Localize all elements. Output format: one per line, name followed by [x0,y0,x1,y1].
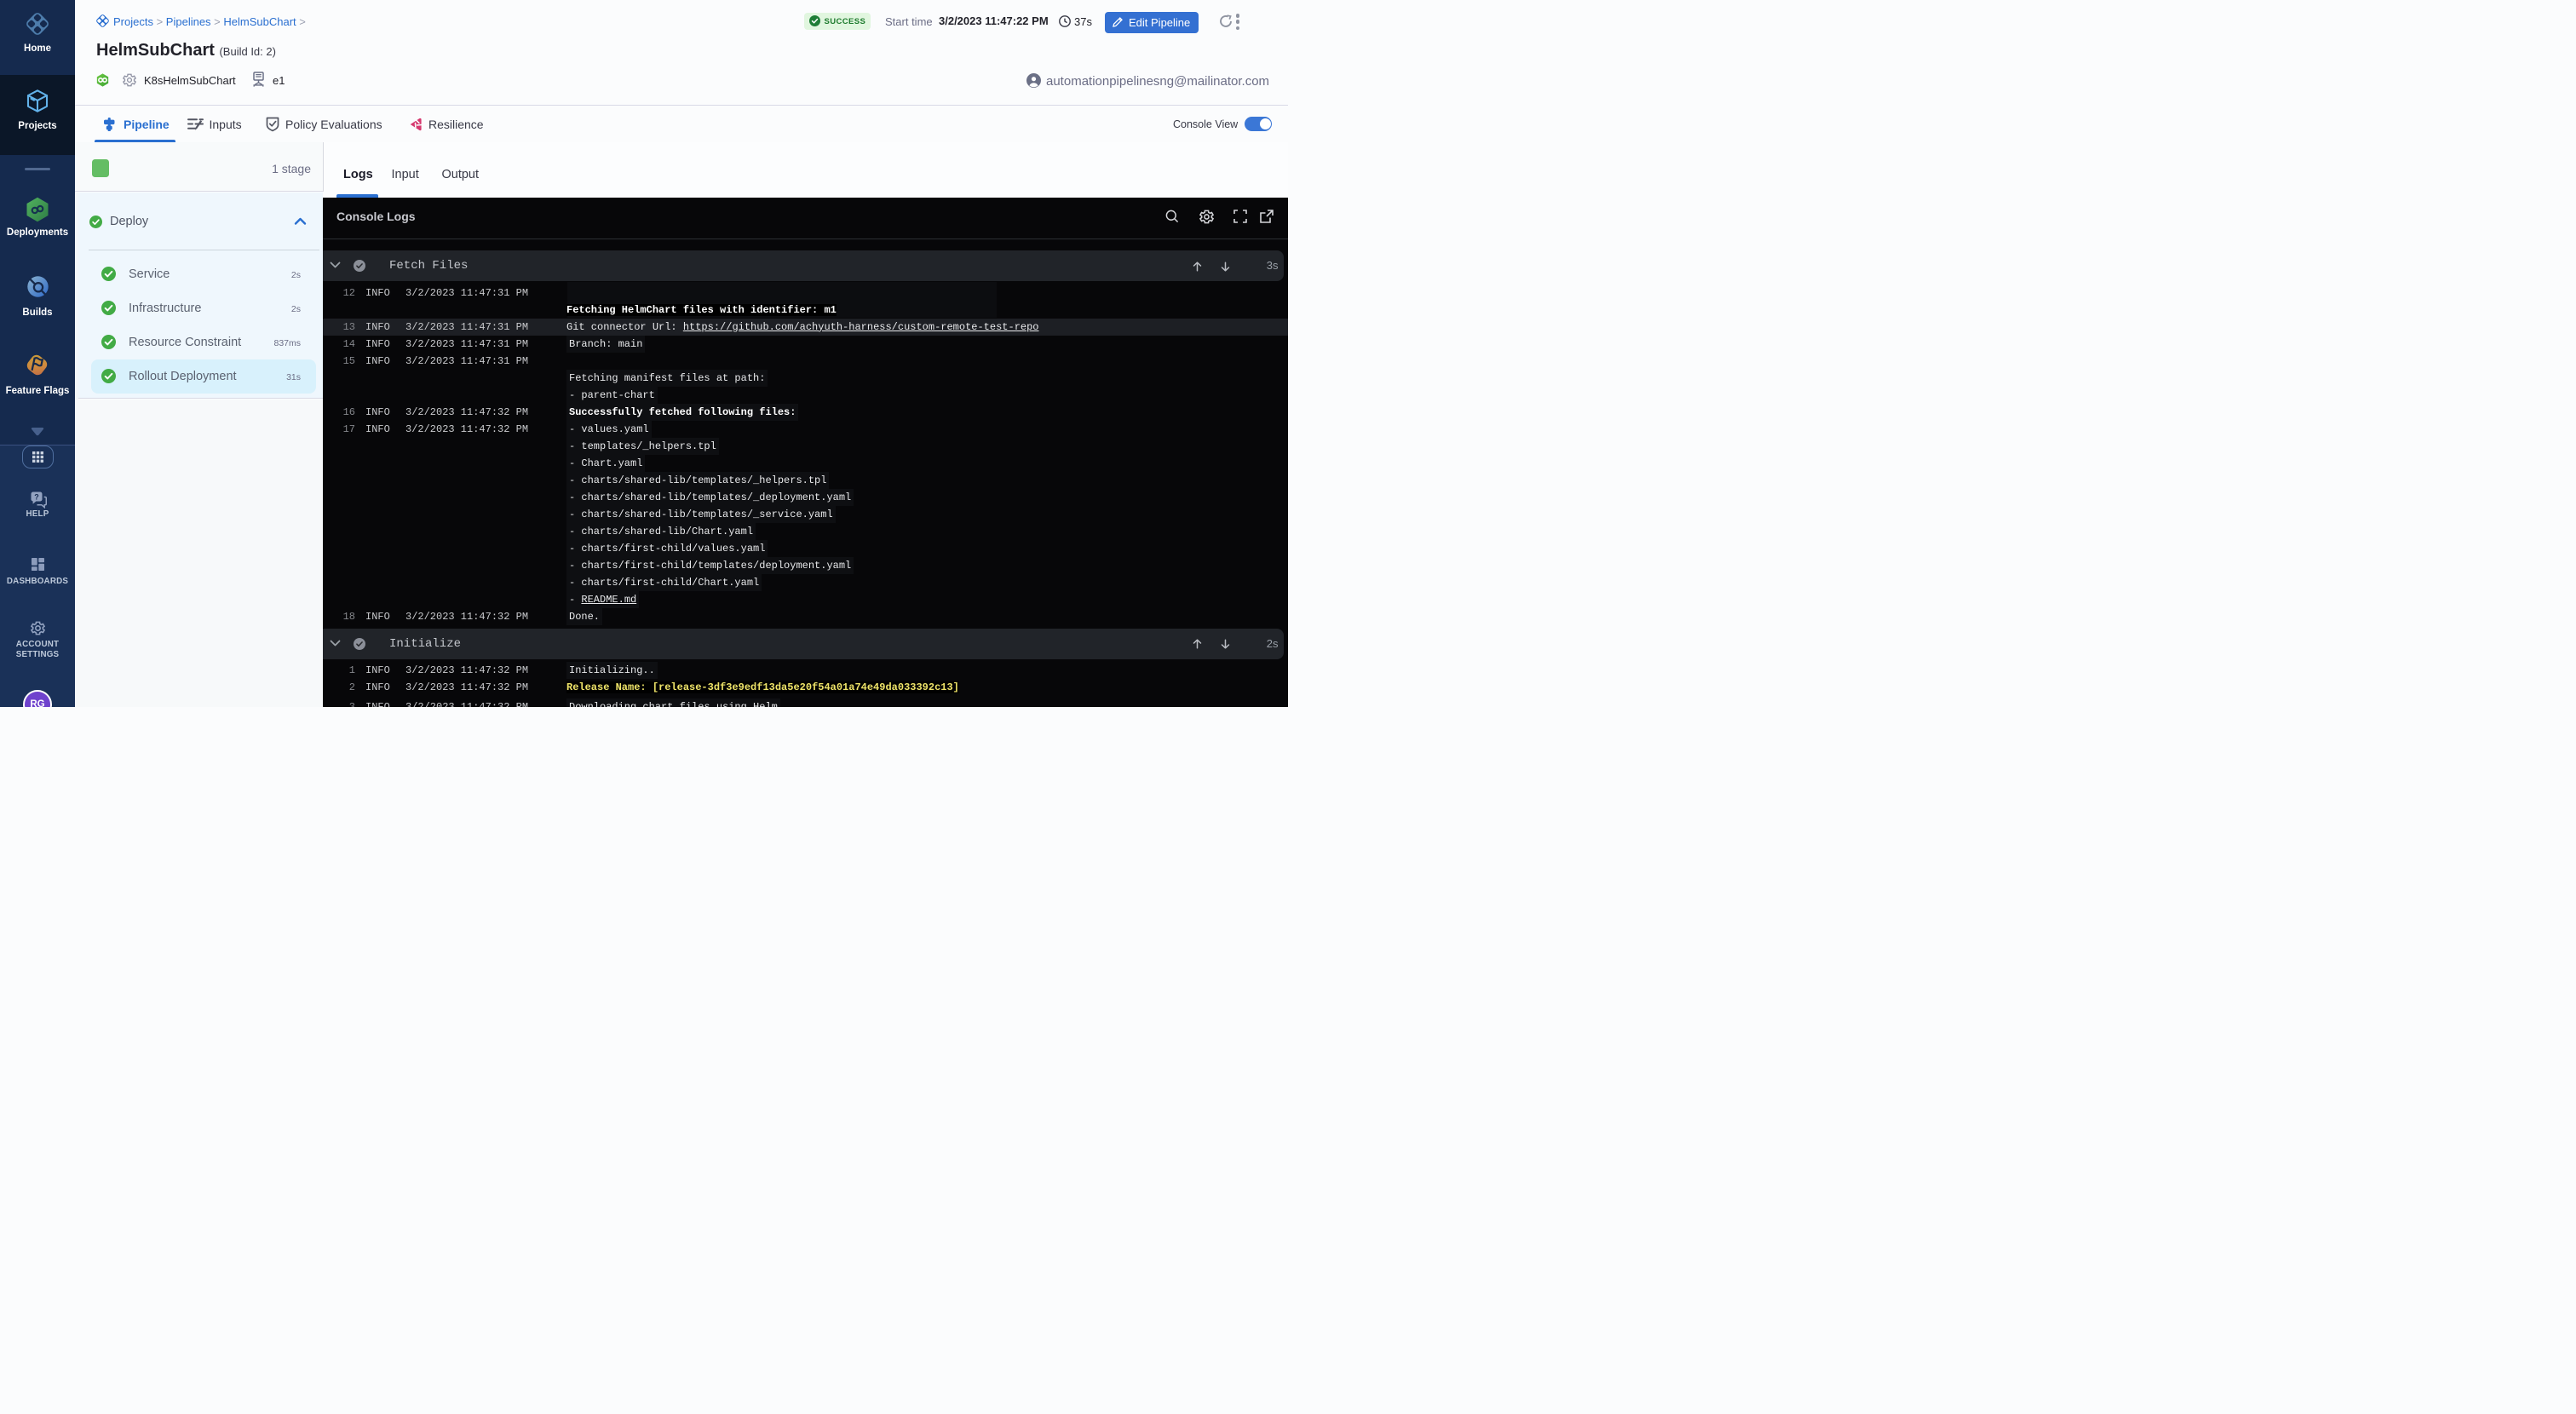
svg-text:?: ? [34,492,39,501]
